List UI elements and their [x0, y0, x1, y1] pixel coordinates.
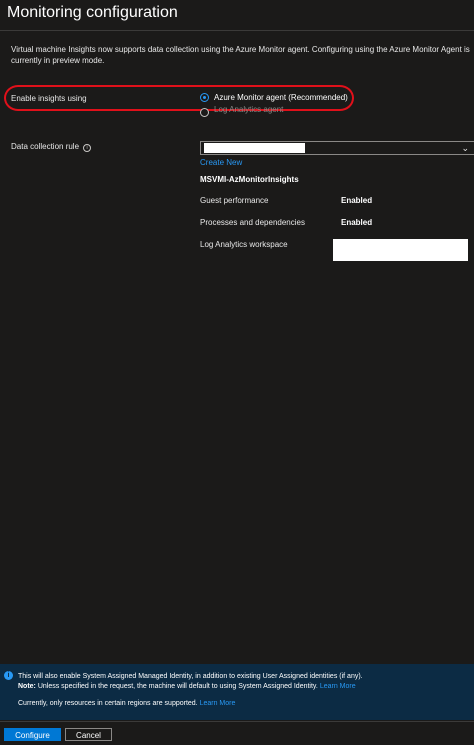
- redacted-workspace-value: [333, 239, 468, 261]
- radio-unselected-icon[interactable]: [200, 108, 209, 117]
- intro-text: Virtual machine Insights now supports da…: [11, 45, 470, 65]
- chevron-down-icon: ⌄: [461, 143, 469, 153]
- processes-dependencies-label: Processes and dependencies: [200, 218, 305, 227]
- learn-more-link-regions[interactable]: Learn More: [200, 700, 236, 707]
- radio-log-analytics-agent[interactable]: Log Analytics agent: [200, 105, 284, 117]
- monitoring-configuration-blade: Monitoring configuration Virtual machine…: [0, 0, 474, 745]
- banner-line-3: Currently, only resources in certain reg…: [18, 700, 235, 707]
- data-collection-rule-label-text: Data collection rule: [11, 142, 80, 151]
- banner-line-2: Note: Unless specified in the request, t…: [18, 683, 356, 690]
- regions-text: Currently, only resources in certain reg…: [18, 700, 200, 707]
- configure-button[interactable]: Configure: [4, 728, 61, 741]
- note-label: Note:: [18, 683, 36, 690]
- learn-more-link[interactable]: Learn More: [320, 683, 356, 690]
- data-collection-rule-dropdown[interactable]: ⌄: [200, 141, 474, 155]
- guest-performance-value: Enabled: [341, 196, 373, 205]
- info-banner: i This will also enable System Assigned …: [0, 664, 474, 720]
- enable-insights-label: Enable insights using: [11, 94, 87, 103]
- cancel-button[interactable]: Cancel: [65, 728, 112, 741]
- radio-azure-monitor-agent-label: Azure Monitor agent (Recommended): [214, 93, 348, 102]
- processes-dependencies-value: Enabled: [341, 218, 373, 227]
- create-new-link[interactable]: Create New: [200, 158, 242, 167]
- guest-performance-label: Guest performance: [200, 196, 269, 205]
- footer: Configure Cancel: [0, 721, 474, 745]
- log-analytics-workspace-label: Log Analytics workspace: [200, 240, 288, 249]
- info-icon[interactable]: i: [83, 144, 92, 152]
- info-icon: i: [4, 671, 13, 680]
- radio-log-analytics-agent-label: Log Analytics agent: [214, 105, 284, 114]
- radio-azure-monitor-agent[interactable]: Azure Monitor agent (Recommended): [200, 93, 348, 102]
- note-text: Unless specified in the request, the mac…: [35, 683, 320, 690]
- data-collection-rule-label: Data collection rule i: [11, 142, 92, 152]
- banner-line-1: This will also enable System Assigned Ma…: [18, 673, 363, 680]
- radio-selected-icon[interactable]: [200, 93, 209, 102]
- page-title: Monitoring configuration: [7, 4, 178, 21]
- rule-name: MSVMI-AzMonitorInsights: [200, 175, 299, 184]
- header-divider: [0, 30, 474, 31]
- redacted-value: [204, 143, 305, 153]
